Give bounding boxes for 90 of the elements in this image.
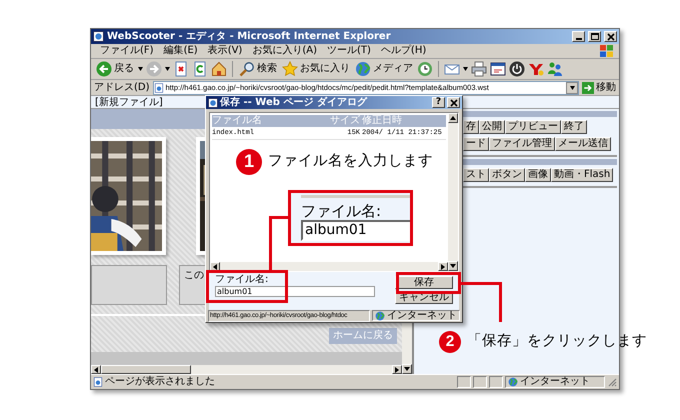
menu-item[interactable]: お気に入り(A) [247, 45, 322, 57]
panel-button[interactable]: ファイル管理 [489, 137, 555, 151]
close-icon [606, 32, 614, 40]
go-arrow-icon [582, 82, 594, 94]
close-button[interactable] [604, 31, 617, 42]
power-icon[interactable] [509, 61, 525, 77]
resize-grip-icon [607, 377, 617, 387]
horizontal-scrollbar[interactable] [210, 262, 448, 271]
panel-button[interactable]: メール送信 [555, 137, 611, 151]
caret-icon [570, 86, 574, 90]
favorites-button[interactable]: お気に入り [281, 61, 351, 77]
status-panel [457, 376, 471, 388]
scroll-right-button[interactable] [392, 365, 402, 374]
page-icon [93, 377, 103, 387]
maximize-button[interactable] [588, 31, 601, 42]
menu-item[interactable]: 編集(E) [158, 45, 203, 57]
panel-button[interactable]: 画像 [525, 168, 551, 182]
menu-item[interactable]: ヘルプ(H) [376, 45, 432, 57]
dialog-title: 保存 -- Web ページ ダイアログ [220, 96, 368, 108]
zone-label: インターネット [520, 376, 590, 388]
highlight-frame [396, 272, 461, 294]
panel-button[interactable]: ボタン [489, 168, 525, 182]
step-instruction: 「保存」をクリックします [467, 333, 647, 351]
logo-icon [600, 45, 613, 57]
window-title: WebScooter - エディタ - Microsoft Internet Explorer [107, 30, 392, 42]
panel-button[interactable]: 公開 [479, 120, 505, 134]
globe-icon [375, 310, 385, 320]
save-button[interactable]: 保存 [395, 276, 453, 289]
star-icon [282, 61, 298, 77]
scroll-left-button[interactable] [91, 365, 101, 374]
scroll-down-button[interactable] [402, 364, 412, 374]
scroll-right-button[interactable] [438, 262, 448, 271]
minimize-button[interactable] [572, 31, 585, 42]
arrow-icon [94, 366, 98, 372]
maximize-icon [590, 33, 598, 40]
scroll-up-button[interactable] [448, 113, 458, 123]
close-icon [450, 98, 458, 106]
globe-icon [508, 377, 518, 387]
dropdown-button[interactable] [566, 82, 578, 94]
page-icon [154, 82, 164, 92]
go-button[interactable]: 移動 [582, 82, 616, 94]
address-label: アドレス(D) [94, 82, 150, 94]
app-icon [93, 31, 104, 42]
filename-field[interactable]: album01 [215, 286, 375, 297]
minimize-icon [576, 38, 582, 40]
printer-icon[interactable] [471, 61, 487, 77]
menu-item[interactable]: ツール(T) [322, 45, 376, 57]
field-label: ファイル名: [301, 202, 382, 220]
home-icon[interactable] [211, 61, 227, 77]
leader-line [461, 282, 502, 322]
menu-item[interactable]: 表示(V) [202, 45, 248, 57]
caret-icon[interactable] [165, 67, 170, 71]
horizontal-scrollbar[interactable] [91, 365, 402, 374]
close-button[interactable] [447, 97, 460, 108]
panel-button[interactable]: 動画・Flash [551, 168, 614, 182]
refresh-icon[interactable] [192, 61, 208, 77]
vertical-scrollbar[interactable] [448, 113, 458, 271]
help-button[interactable]: ? [432, 97, 445, 108]
scroll-down-button[interactable] [448, 261, 458, 271]
caret-icon[interactable] [463, 67, 468, 71]
zone-label: インターネット [387, 310, 457, 322]
field-label: ファイル名: [215, 274, 270, 286]
media-button[interactable]: メディア [354, 61, 414, 77]
panel-button[interactable]: スト [463, 168, 489, 182]
clock-icon[interactable] [417, 61, 433, 77]
status-panel [473, 376, 487, 388]
step-instruction: ファイル名を入力します [268, 153, 433, 171]
panel-button[interactable]: ード [463, 137, 489, 151]
panel-text: この [184, 270, 204, 281]
filename-field: album01 [301, 220, 410, 241]
scroll-thumb[interactable] [101, 365, 191, 374]
search-icon [239, 61, 255, 77]
panel-button[interactable]: 終了 [561, 120, 587, 134]
status-panel [489, 376, 503, 388]
menu-item[interactable]: ファイル(F) [95, 45, 159, 57]
panel-button[interactable]: 存 [463, 120, 479, 134]
arrow-icon [450, 116, 456, 120]
logo-icon[interactable] [528, 61, 544, 77]
people-icon[interactable] [547, 61, 563, 77]
panel-button[interactable]: プリビュー [505, 120, 561, 134]
search-button[interactable]: 検索 [238, 61, 278, 77]
status-text: ページが表示されました [105, 376, 215, 388]
globe-icon [355, 61, 371, 77]
app-icon [208, 98, 218, 108]
back-button[interactable]: 戻る [95, 61, 135, 77]
back-icon [96, 61, 112, 77]
window-icon[interactable] [490, 61, 506, 77]
stop-icon[interactable] [173, 61, 189, 77]
arrow-icon [213, 264, 217, 270]
caret-icon[interactable] [138, 67, 143, 71]
